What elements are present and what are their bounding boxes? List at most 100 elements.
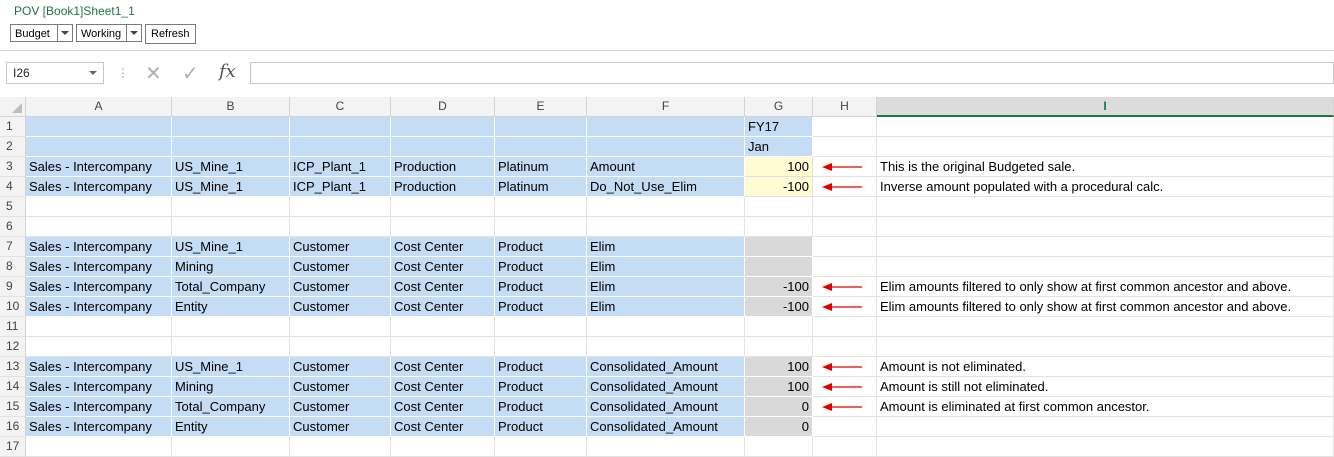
- cell-f17[interactable]: [587, 437, 745, 457]
- cell-h2[interactable]: [813, 137, 877, 157]
- cell-b13[interactable]: US_Mine_1: [172, 357, 290, 377]
- row-header[interactable]: 15: [0, 397, 26, 417]
- cell-f6[interactable]: [587, 217, 745, 237]
- cell-h17[interactable]: [813, 437, 877, 457]
- cell-e11[interactable]: [495, 317, 587, 337]
- cell-f15[interactable]: Consolidated_Amount: [587, 397, 745, 417]
- cell-f12[interactable]: [587, 337, 745, 357]
- cell-g8[interactable]: [745, 257, 813, 277]
- cell-e9[interactable]: Product: [495, 277, 587, 297]
- cell-c5[interactable]: [290, 197, 391, 217]
- cell-g1[interactable]: FY17: [745, 117, 813, 137]
- cell-c13[interactable]: Customer: [290, 357, 391, 377]
- cell-i12[interactable]: [877, 337, 1334, 357]
- cell-f8[interactable]: Elim: [587, 257, 745, 277]
- cell-h7[interactable]: [813, 237, 877, 257]
- cell-i17[interactable]: [877, 437, 1334, 457]
- cell-f1[interactable]: [587, 117, 745, 137]
- column-header-c[interactable]: C: [290, 97, 391, 117]
- column-header-e[interactable]: E: [495, 97, 587, 117]
- cell-a6[interactable]: [26, 217, 172, 237]
- cell-h8[interactable]: [813, 257, 877, 277]
- cell-c4[interactable]: ICP_Plant_1: [290, 177, 391, 197]
- row-header[interactable]: 14: [0, 377, 26, 397]
- cell-f13[interactable]: Consolidated_Amount: [587, 357, 745, 377]
- cell-e17[interactable]: [495, 437, 587, 457]
- row-header[interactable]: 16: [0, 417, 26, 437]
- cell-c9[interactable]: Customer: [290, 277, 391, 297]
- cell-b1[interactable]: [172, 117, 290, 137]
- cell-b8[interactable]: Mining: [172, 257, 290, 277]
- cell-g2[interactable]: Jan: [745, 137, 813, 157]
- cell-d1[interactable]: [391, 117, 495, 137]
- cell-g12[interactable]: [745, 337, 813, 357]
- cell-d2[interactable]: [391, 137, 495, 157]
- cell-c12[interactable]: [290, 337, 391, 357]
- cell-h5[interactable]: [813, 197, 877, 217]
- cancel-icon[interactable]: ✕: [145, 61, 162, 86]
- cell-a5[interactable]: [26, 197, 172, 217]
- row-header[interactable]: 5: [0, 197, 26, 217]
- cell-i7[interactable]: [877, 237, 1334, 257]
- cell-e5[interactable]: [495, 197, 587, 217]
- cell-a13[interactable]: Sales - Intercompany: [26, 357, 172, 377]
- cell-b14[interactable]: Mining: [172, 377, 290, 397]
- cell-b17[interactable]: [172, 437, 290, 457]
- cell-d6[interactable]: [391, 217, 495, 237]
- cell-b5[interactable]: [172, 197, 290, 217]
- row-header[interactable]: 1: [0, 117, 26, 137]
- cell-i6[interactable]: [877, 217, 1334, 237]
- cell-i16[interactable]: [877, 417, 1334, 437]
- cell-d5[interactable]: [391, 197, 495, 217]
- cell-f16[interactable]: Consolidated_Amount: [587, 417, 745, 437]
- cell-c14[interactable]: Customer: [290, 377, 391, 397]
- chevron-down-icon[interactable]: [57, 25, 72, 41]
- cell-i1[interactable]: [877, 117, 1334, 137]
- cell-a11[interactable]: [26, 317, 172, 337]
- cell-d9[interactable]: Cost Center: [391, 277, 495, 297]
- cell-e7[interactable]: Product: [495, 237, 587, 257]
- cell-i8[interactable]: [877, 257, 1334, 277]
- column-header-d[interactable]: D: [391, 97, 495, 117]
- column-header-h[interactable]: H: [813, 97, 877, 117]
- cell-a9[interactable]: Sales - Intercompany: [26, 277, 172, 297]
- cell-f4[interactable]: Do_Not_Use_Elim: [587, 177, 745, 197]
- cell-h16[interactable]: [813, 417, 877, 437]
- cell-a15[interactable]: Sales - Intercompany: [26, 397, 172, 417]
- cell-g9[interactable]: -100: [745, 277, 813, 297]
- cell-g10[interactable]: -100: [745, 297, 813, 317]
- cell-h12[interactable]: [813, 337, 877, 357]
- cell-g16[interactable]: 0: [745, 417, 813, 437]
- cell-f11[interactable]: [587, 317, 745, 337]
- cell-a3[interactable]: Sales - Intercompany: [26, 157, 172, 177]
- cell-b16[interactable]: Entity: [172, 417, 290, 437]
- cell-f5[interactable]: [587, 197, 745, 217]
- cell-i2[interactable]: [877, 137, 1334, 157]
- cell-d8[interactable]: Cost Center: [391, 257, 495, 277]
- cell-g5[interactable]: [745, 197, 813, 217]
- row-header[interactable]: 12: [0, 337, 26, 357]
- cell-a1[interactable]: [26, 117, 172, 137]
- cell-d3[interactable]: Production: [391, 157, 495, 177]
- enter-icon[interactable]: ✓: [182, 61, 199, 86]
- cell-a10[interactable]: Sales - Intercompany: [26, 297, 172, 317]
- scenario-dropdown[interactable]: Budget: [10, 24, 73, 42]
- column-header-a[interactable]: A: [26, 97, 172, 117]
- cell-d16[interactable]: Cost Center: [391, 417, 495, 437]
- cell-e6[interactable]: [495, 217, 587, 237]
- chevron-down-icon[interactable]: [89, 71, 97, 75]
- cell-a14[interactable]: Sales - Intercompany: [26, 377, 172, 397]
- column-header-b[interactable]: B: [172, 97, 290, 117]
- cell-d10[interactable]: Cost Center: [391, 297, 495, 317]
- refresh-button[interactable]: Refresh: [145, 24, 196, 44]
- cell-g15[interactable]: 0: [745, 397, 813, 417]
- cell-a7[interactable]: Sales - Intercompany: [26, 237, 172, 257]
- cell-e15[interactable]: Product: [495, 397, 587, 417]
- cell-b12[interactable]: [172, 337, 290, 357]
- cell-a2[interactable]: [26, 137, 172, 157]
- cell-c1[interactable]: [290, 117, 391, 137]
- cell-d17[interactable]: [391, 437, 495, 457]
- cell-f2[interactable]: [587, 137, 745, 157]
- cell-c2[interactable]: [290, 137, 391, 157]
- cell-b4[interactable]: US_Mine_1: [172, 177, 290, 197]
